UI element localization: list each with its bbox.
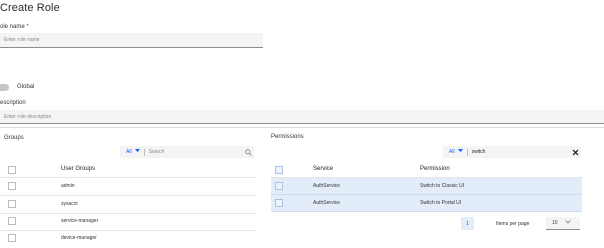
role-name-label-text: ole name xyxy=(0,24,25,30)
description-label: escription xyxy=(0,100,26,106)
row-checkbox[interactable] xyxy=(275,182,283,190)
description-placeholder: Enter role description xyxy=(4,113,52,120)
search-icon[interactable] xyxy=(242,146,254,158)
permission-cell: Switch to Portal UI xyxy=(420,200,462,206)
permission-column-header: Permission xyxy=(420,166,450,172)
table-row[interactable]: AuthService Switch to Portal UI xyxy=(271,195,582,212)
group-name: service-manager xyxy=(61,218,99,224)
group-name: admin xyxy=(61,183,75,189)
table-row[interactable]: admin xyxy=(0,178,256,195)
permissions-table-header: Service Permission xyxy=(271,160,582,178)
permissions-search-bar: All switch xyxy=(443,146,581,158)
items-per-page-value: 10 xyxy=(552,220,558,226)
global-toggle-label: Global xyxy=(17,84,35,90)
group-name: device-manager xyxy=(61,235,97,241)
chevron-down-icon xyxy=(564,220,571,226)
row-checkbox[interactable] xyxy=(275,199,283,207)
chevron-down-icon xyxy=(134,149,140,155)
description-input[interactable]: Enter role description xyxy=(0,110,604,124)
search-separator xyxy=(466,148,468,156)
groups-search-input[interactable]: Search xyxy=(149,149,242,155)
permissions-select-all-checkbox[interactable] xyxy=(275,166,283,174)
chevron-down-icon xyxy=(457,149,463,155)
permissions-search-input[interactable]: switch xyxy=(472,149,569,155)
table-row[interactable]: device-manager xyxy=(0,231,256,247)
group-name: sysacct xyxy=(61,201,78,207)
section-divider xyxy=(0,127,604,128)
groups-title: Groups xyxy=(4,135,24,141)
role-name-placeholder: Enter role name xyxy=(4,37,40,43)
row-checkbox[interactable] xyxy=(8,200,16,208)
groups-filter-dropdown[interactable]: All xyxy=(120,149,140,155)
search-separator xyxy=(143,148,145,156)
items-per-page-select[interactable]: 10 xyxy=(546,217,580,230)
permissions-filter-label: All xyxy=(449,149,455,155)
row-checkbox[interactable] xyxy=(8,182,16,190)
table-row[interactable]: service-manager xyxy=(0,214,256,230)
role-name-label: ole name * xyxy=(0,24,29,30)
permissions-title: Permissions xyxy=(271,134,304,140)
service-cell: AuthService xyxy=(313,200,340,206)
permissions-filter-dropdown[interactable]: All xyxy=(443,149,463,155)
table-row[interactable]: sysacct xyxy=(0,196,256,213)
service-column-header: Service xyxy=(313,166,334,172)
global-toggle[interactable] xyxy=(0,84,9,91)
groups-search-bar: All Search xyxy=(120,146,254,158)
required-mark: * xyxy=(26,24,29,30)
row-checkbox[interactable] xyxy=(8,234,16,242)
row-checkbox[interactable] xyxy=(8,217,16,225)
role-name-input[interactable]: Enter role name xyxy=(0,33,263,48)
page-title: Create Role xyxy=(0,2,60,14)
groups-select-all-checkbox[interactable] xyxy=(8,166,16,174)
table-row[interactable]: AuthService Switch to Classic UI xyxy=(271,178,582,195)
groups-column-header: User Groups xyxy=(61,166,96,172)
service-cell: AuthService xyxy=(313,183,340,189)
groups-filter-label: All xyxy=(126,149,132,155)
page-number-button[interactable]: 1 xyxy=(461,217,474,230)
items-per-page-label: Items per page xyxy=(496,221,530,227)
close-icon[interactable] xyxy=(569,146,581,158)
permission-cell: Switch to Classic UI xyxy=(420,183,465,189)
